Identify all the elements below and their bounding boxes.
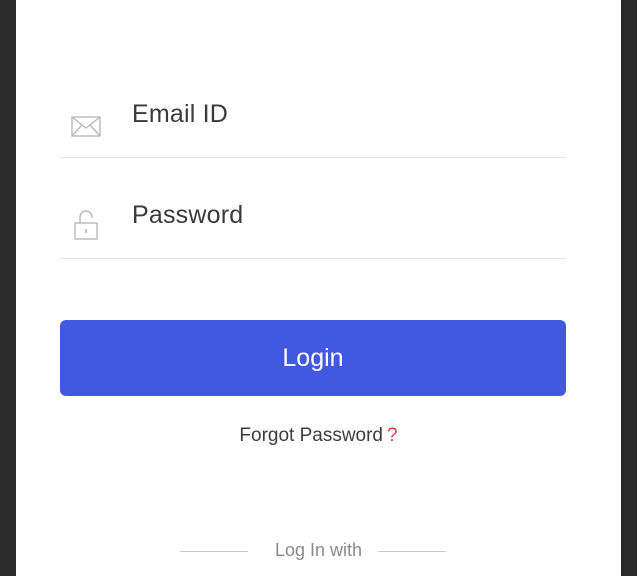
login-button[interactable]: Login [60, 320, 566, 396]
device-frame: Email ID Password Login Forgot Password?… [0, 0, 637, 576]
forgot-password-label: Forgot Password [239, 425, 384, 446]
social-login-divider: Log In with [16, 540, 621, 564]
password-field[interactable]: Password [60, 199, 566, 259]
log-in-with-label: Log In with [274, 540, 363, 560]
mail-icon [70, 108, 102, 140]
password-placeholder: Password [132, 201, 244, 229]
email-field[interactable]: Email ID [60, 98, 566, 158]
email-placeholder: Email ID [132, 100, 229, 128]
divider-line-right [378, 551, 446, 552]
lock-icon [70, 209, 102, 241]
login-screen: Email ID Password Login Forgot Password?… [16, 0, 621, 576]
forgot-password-question-mark: ? [387, 425, 398, 446]
forgot-password-link[interactable]: Forgot Password? [16, 425, 621, 447]
